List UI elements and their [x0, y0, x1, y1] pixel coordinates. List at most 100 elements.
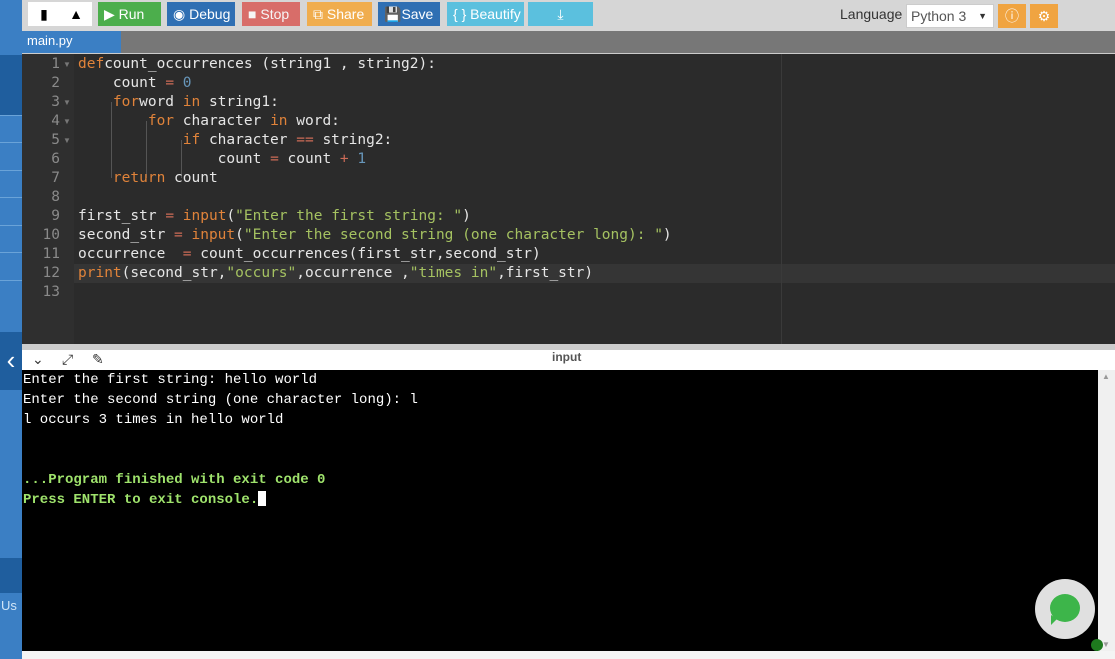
line-number: 6 [51, 151, 60, 167]
code-token: for [78, 94, 140, 110]
code-token: ( [226, 208, 236, 224]
code-token: def [78, 56, 105, 72]
code-line[interactable]: count = 0 [78, 74, 192, 93]
line-number: 3 [51, 94, 60, 110]
line-number: 2 [51, 75, 60, 91]
console-scrollbar[interactable]: ▲ ▼ [1098, 370, 1115, 651]
clear-console-icon[interactable]: ✎ [92, 351, 104, 368]
code-token: print [78, 265, 122, 281]
code-token: string1: [200, 94, 279, 110]
upload-icon[interactable]: ▲ [60, 2, 92, 26]
code-token: count_occurrences(first_str,second_str) [191, 246, 541, 262]
code-token: = [165, 75, 175, 91]
download-icon: ⤓ [557, 6, 564, 22]
sidebar-item-label[interactable]: Us [1, 598, 17, 613]
code-token: = [270, 151, 279, 167]
code-token: ( [235, 227, 244, 243]
code-token: occurrence [78, 246, 183, 262]
language-select[interactable]: Python 3 ▼ [906, 4, 994, 28]
tab-main-py[interactable]: main.py [22, 31, 121, 53]
code-token: = [165, 208, 175, 224]
line-number: 11 [42, 246, 60, 262]
code-token: "Enter the first string: " [235, 208, 463, 224]
code-token: 1 [348, 151, 367, 167]
line-number: 7 [51, 170, 60, 186]
expand-icon[interactable]: ⤢ [62, 351, 73, 368]
code-token: character [174, 113, 271, 129]
code-token: input [174, 208, 227, 224]
debug-label: Debug [189, 6, 231, 22]
code-line[interactable]: for character in word: [78, 112, 340, 131]
code-token: input [182, 227, 236, 243]
code-token: = [174, 227, 183, 243]
code-token: string2: [313, 132, 393, 148]
code-token: in [270, 113, 288, 129]
share-button[interactable]: ⧉ Share [307, 2, 372, 26]
code-token: if [78, 132, 201, 148]
settings-button[interactable]: ⚙ [1030, 4, 1058, 28]
code-editor[interactable]: 1 ▼ defcount_occurrences (string1 , string… [22, 53, 1115, 344]
code-token: word: [287, 113, 340, 129]
code-line[interactable]: if character == string2: [78, 131, 393, 150]
code-token: 0 [174, 75, 192, 91]
stop-label: Stop [260, 6, 290, 22]
code-token: "Enter the second string (one character … [243, 227, 663, 243]
collapse-sidebar-button[interactable]: ‹ [0, 332, 22, 390]
debug-button[interactable]: ◉ Debug [167, 2, 235, 26]
line-number: 4 [51, 113, 60, 129]
beautify-button[interactable]: { } Beautify [447, 2, 524, 26]
code-token: count [278, 151, 340, 167]
run-label: Run [118, 6, 145, 22]
cursor [258, 491, 267, 506]
console-line: Enter the second string (one character l… [23, 392, 418, 408]
code-token: == [296, 132, 314, 148]
code-token: in [182, 94, 201, 110]
code-token: = [182, 246, 192, 262]
line-number: 12 [42, 265, 60, 281]
code-line[interactable]: second_str = input("Enter the second str… [78, 226, 672, 245]
fold-icon[interactable]: ▼ [63, 136, 71, 145]
run-button[interactable]: ▶ Run [98, 2, 161, 26]
code-line[interactable]: defcount_occurrences (string1 , string2)… [78, 55, 436, 74]
chat-button[interactable] [1035, 579, 1095, 639]
code-token: character [200, 132, 297, 148]
chat-badge [1091, 639, 1103, 651]
code-line[interactable]: print(second_str,"occurs",occurrence ,"t… [78, 264, 593, 283]
code-token: "occurs" [226, 265, 297, 281]
fold-icon[interactable]: ▼ [63, 117, 71, 126]
line-number: 1 [51, 56, 60, 72]
fold-icon[interactable]: ▼ [63, 60, 71, 69]
stop-button[interactable]: ■ Stop [242, 2, 300, 26]
line-number: 9 [51, 208, 60, 224]
file-tab-bar: main.py [22, 31, 1115, 53]
chevron-left-icon: ‹ [6, 345, 16, 375]
code-line[interactable]: forword in string1: [78, 93, 279, 112]
fold-icon[interactable]: ▼ [63, 98, 71, 107]
code-line[interactable]: occurrence = count_occurrences(first_str… [78, 245, 541, 264]
code-token: count [165, 170, 218, 186]
code-token: (second_str, [121, 265, 227, 281]
info-button[interactable]: ⓘ [998, 4, 1026, 28]
code-line[interactable]: first_str = input("Enter the first strin… [78, 207, 471, 226]
code-token: ,occurrence , [296, 265, 410, 281]
info-icon: ⓘ [1005, 8, 1019, 24]
chevron-down-icon[interactable]: ⌄ [32, 351, 44, 368]
code-token: count_occurrences (string1 , string2): [104, 56, 436, 72]
save-label: Save [401, 6, 434, 22]
console-title: input [552, 350, 582, 364]
console-output[interactable]: Enter the first string: hello world Enter… [22, 370, 1098, 651]
code-line[interactable]: return count [78, 169, 218, 188]
gear-icon: ⚙ [1037, 8, 1051, 24]
code-token: return [78, 170, 166, 186]
share-label: Share [326, 6, 365, 22]
new-file-icon[interactable]: ▮ [28, 2, 60, 26]
code-line[interactable]: count = count + 1 [78, 150, 366, 169]
code-token: "times in" [409, 265, 498, 281]
download-button[interactable]: ⤓ [528, 2, 593, 26]
save-button[interactable]: 💾Save [378, 2, 440, 26]
chevron-down-icon: ▼ [978, 11, 987, 21]
language-label: Language [840, 6, 903, 22]
code-token: for [78, 113, 175, 129]
code-token: ) [462, 208, 471, 224]
code-token: first_str [78, 208, 166, 224]
